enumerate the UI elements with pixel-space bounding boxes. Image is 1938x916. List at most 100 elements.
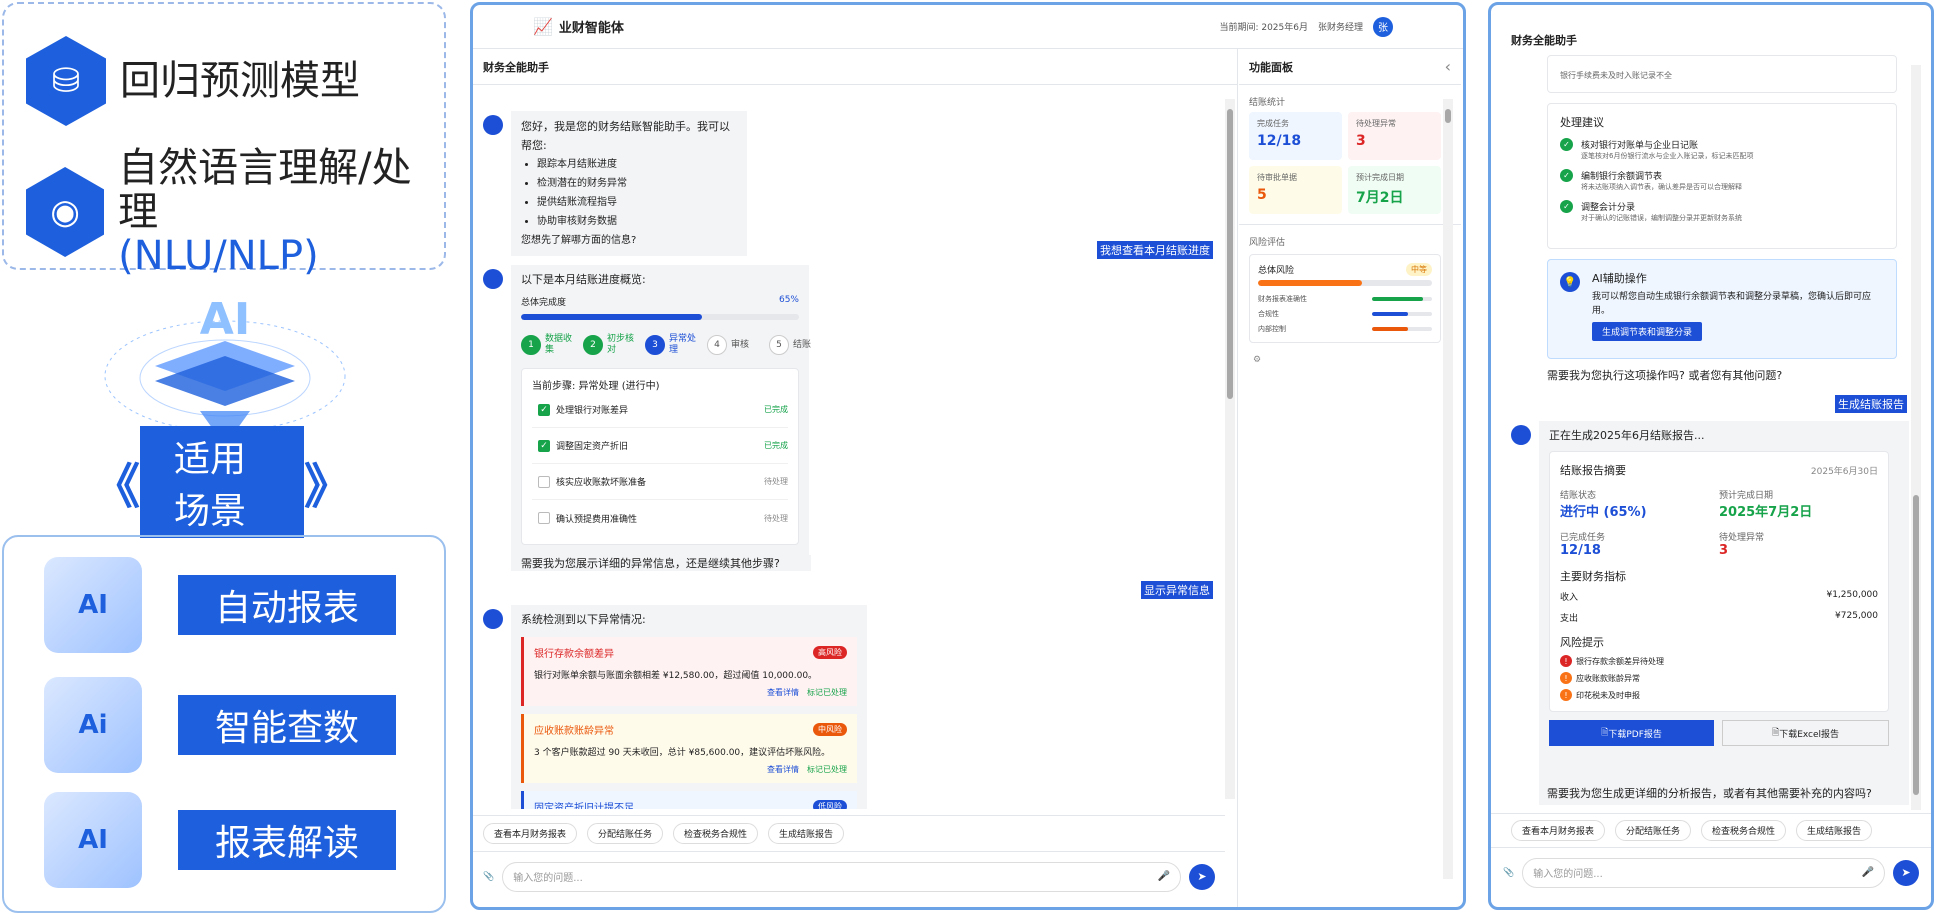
quick-btn-report[interactable]: 查看本月财务报表 [1511,820,1606,841]
step-item: 1 数据收集 [521,334,573,356]
attachment-icon[interactable]: 📎 [483,872,494,882]
progress-value: 65% [778,295,799,305]
chat-input[interactable]: 输入您的问题... 🎤 [1522,857,1885,888]
feature-panel: AI 自动报表 Ai 智能查数 AI 报表解读 [2,535,446,913]
bot-avatar [1511,425,1531,445]
suggestion-title: 核对银行对账单与企业日记账 [1581,141,1699,151]
check-circle-icon: ✓ [1560,200,1573,213]
bot-message: 以下是本月结账进度概览: 总体完成度 65% 1 数据收集 2 初步核对 3 异常处理 4 审… [511,265,811,565]
quick-btn-tax[interactable]: 检查税务合规性 [673,823,759,844]
task-label: 处理银行对账差异 [556,406,629,416]
list-item: 检测潜在的财务异常 [537,174,737,193]
anomaly-card: 银行存款余额差异 高风险 银行对账单余额与账面余额相差 ¥12,580.00，超过阈… [521,637,857,706]
risk-row: 内部控制 [1258,324,1432,334]
revenue-value: ¥1,250,000 [1826,590,1878,600]
model-label: 自然语言理解/处理 [118,145,412,235]
view-detail-link[interactable]: 查看详情 [767,688,799,697]
quick-btn-close[interactable]: 生成结账报告 [1796,820,1873,841]
ai-hologram-icon: AI [104,294,346,446]
mark-done-link[interactable]: 标记已处理 [807,765,847,774]
auto-report-icon: AI [44,557,142,653]
attachment-icon[interactable]: 📎 [1503,868,1514,878]
warning-icon: ! [1560,655,1572,667]
quick-btn-tax[interactable]: 检查税务合规性 [1701,820,1787,841]
settings-icon[interactable]: ⚙ [1239,343,1461,377]
chat-scrollbar[interactable] [1225,99,1235,799]
risk-tip-item: ! 印花税未及时申报 [1560,689,1878,701]
kpi-title: 主要财务指标 [1560,570,1626,583]
quick-btn-report[interactable]: 查看本月财务报表 [483,823,578,844]
risk-bar [1372,297,1432,301]
suggestion-title: 调整会计分录 [1581,203,1636,213]
quick-btn-close[interactable]: 生成结账报告 [768,823,845,844]
step-item: 2 初步核对 [583,334,635,356]
microphone-icon[interactable]: 🎤 [1158,871,1170,882]
stat-value: 5 [1257,187,1267,203]
task-status: 待处理 [764,477,788,486]
list-item: 提供结账流程指导 [537,193,737,212]
collapse-icon[interactable]: ‹ [1445,57,1451,76]
scenario-banner: 《适用场景》 [92,426,352,538]
report-scrollbar[interactable] [1911,65,1921,810]
model-sublabel: (NLU/NLP) [118,233,319,279]
microphone-icon[interactable]: 🎤 [1862,867,1874,878]
app-title: 业财智能体 [558,21,624,36]
risk-row: 财务报表准确性 [1258,294,1432,304]
task-checkbox[interactable] [538,475,550,488]
task-label: 核实应收账款坏账准备 [556,478,647,488]
task-checkbox[interactable]: ✓ [538,439,550,452]
download-pdf-button[interactable]: 🗎 下载PDF报告 [1549,720,1714,746]
step-number: 4 [707,335,727,355]
quick-btn-assign[interactable]: 分配结账任务 [1615,820,1692,841]
task-status: 已完成 [764,405,788,414]
suggestion-card: 处理建议 ✓ 核对银行对账单与企业日记账 逐笔核对6月份银行流水与企业入账记录，标记… [1547,103,1897,249]
task-checkbox[interactable] [538,512,550,524]
user-message: 显示异常信息 [1141,581,1213,599]
mark-done-link[interactable]: 标记已处理 [807,688,847,697]
bot-avatar [483,269,503,289]
avatar[interactable]: 张 [1373,16,1393,37]
scenario-title: 适用场景 [140,426,304,538]
bot-avatar [483,609,503,629]
task-checkbox[interactable]: ✓ [538,403,550,416]
risk-tip-item: ! 银行存款余额差异待处理 [1560,655,1878,667]
app-header: 📈 业财智能体 当前期间: 2025年6月 张财务经理 张 [473,5,1463,49]
risk-badge: 低风险 [813,800,847,809]
trend-icon: 📈 [533,17,553,36]
chat-input[interactable]: 输入您的问题... 🎤 [502,861,1181,892]
step-label: 数据收集 [545,334,573,355]
risk-row: 合规性 [1258,309,1432,319]
bot-message: 您好，我是您的财务结账智能助手。我可以帮您: 跟踪本月结账进度 检测潜在的财务异… [511,111,747,256]
task-label: 调整固定资产折旧 [556,442,629,452]
lightbulb-icon: 💡 [1560,272,1580,292]
smart-query-icon: Ai [44,677,142,773]
ai-brain-icon: ◉ [26,167,105,257]
risk-title: 风险评估 [1249,238,1286,248]
expense-value: ¥725,000 [1835,611,1878,621]
risk-tip-text: 印花税未及时申报 [1576,690,1640,700]
feature-auto-report: AI 自动报表 [44,557,396,653]
stat-card: 待审批单据 5 [1249,166,1342,214]
warning-icon: ! [1560,672,1572,684]
view-detail-link[interactable]: 查看详情 [767,765,799,774]
step-number: 3 [645,335,665,355]
generate-adjustment-button[interactable]: 生成调节表和调整分录 [1592,322,1703,341]
model-label: 回归预测模型 [120,58,360,104]
task-label: 确认预提费用准确性 [556,514,638,525]
progress-label: 总体完成度 [521,298,567,308]
send-button[interactable]: ➤ [1189,863,1215,890]
download-excel-button[interactable]: 🗎 下载Excel报告 [1722,720,1889,746]
anomaly-desc: 银行对账单余额与账面余额相差 ¥12,580.00，超过阈值 10,000.00… [534,671,818,681]
file-icon: 🗎 [1601,728,1609,738]
bot-message: 正在生成2025年6月结账报告... 结账报告摘要 2025年6月30日 结账状… [1539,421,1909,805]
risk-tip-text: 银行存款余额差异待处理 [1576,656,1664,666]
quick-actions: 查看本月财务报表 分配结账任务 检查税务合规性 生成结账报告 [473,815,1225,851]
send-button[interactable]: ➤ [1893,859,1919,886]
anomaly-count-value: 3 [1719,543,1729,558]
quick-btn-assign[interactable]: 分配结账任务 [587,823,664,844]
panel-scrollbar[interactable] [1443,99,1453,879]
send-icon: ➤ [1197,870,1207,883]
database-icon: ⛁ [26,36,106,126]
stat-value: 7月2日 [1356,190,1404,206]
anomaly-card: 应收账款账龄异常 中风险 3 个客户账款超过 90 天未收回，总计 ¥85,600.… [521,714,857,783]
